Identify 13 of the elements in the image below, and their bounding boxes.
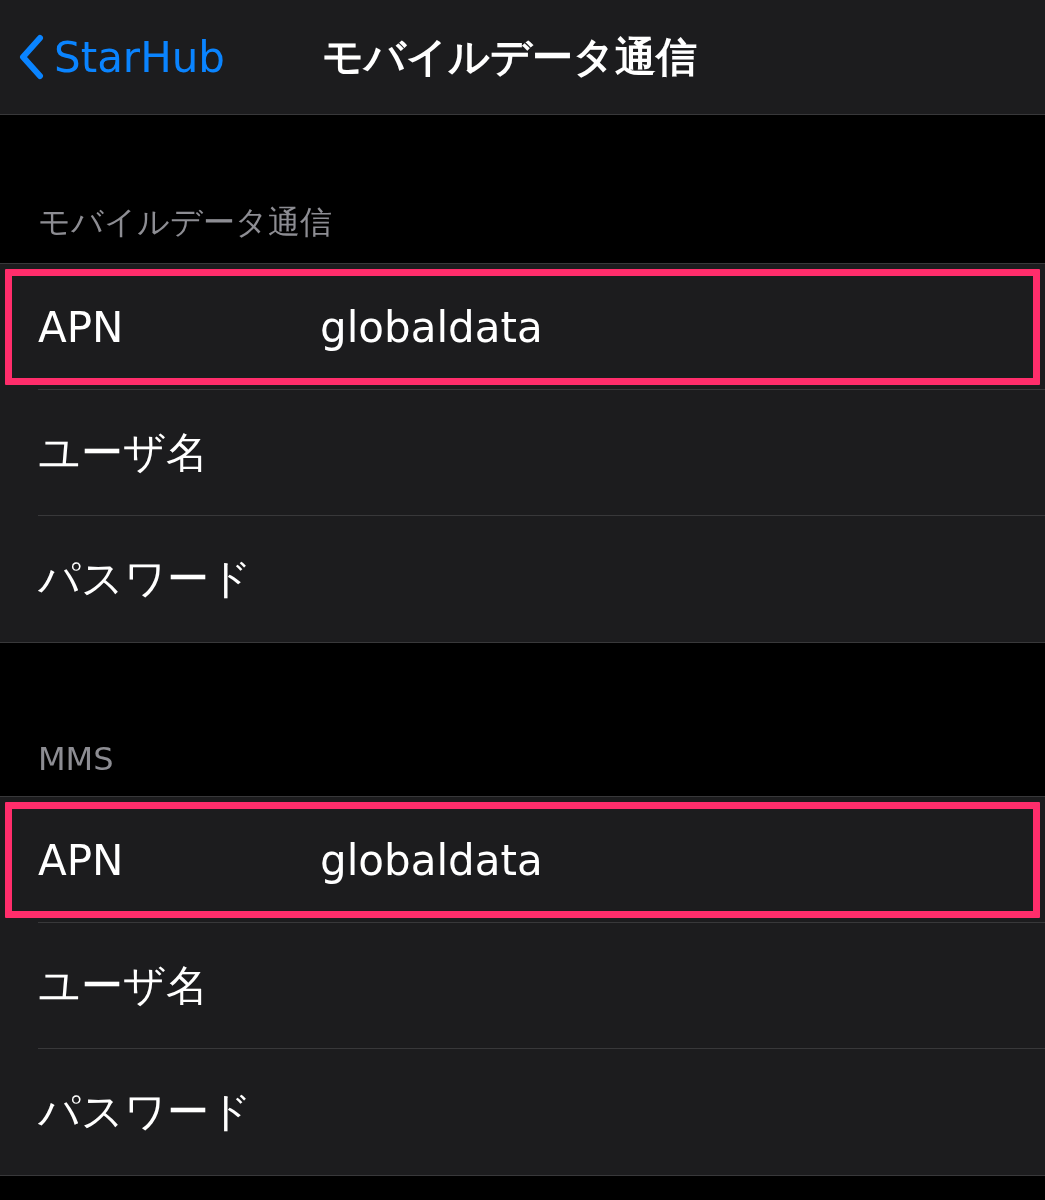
field-label: パスワード xyxy=(38,1086,253,1138)
back-button[interactable]: StarHub xyxy=(0,32,225,82)
section-header: モバイルデータ通信 xyxy=(37,202,333,243)
input-field[interactable]: globaldata xyxy=(320,835,920,885)
field-label: APN xyxy=(38,835,125,885)
back-chevron-icon xyxy=(18,34,44,80)
field-label: ユーザ名 xyxy=(38,427,209,479)
section-header: MMS xyxy=(37,739,115,780)
field-label: ユーザ名 xyxy=(38,960,209,1012)
field-label: APN xyxy=(38,302,125,352)
field-label: パスワード xyxy=(38,553,253,605)
input-field[interactable]: globaldata xyxy=(320,302,920,352)
page-title: モバイルデータ通信 xyxy=(322,31,697,83)
